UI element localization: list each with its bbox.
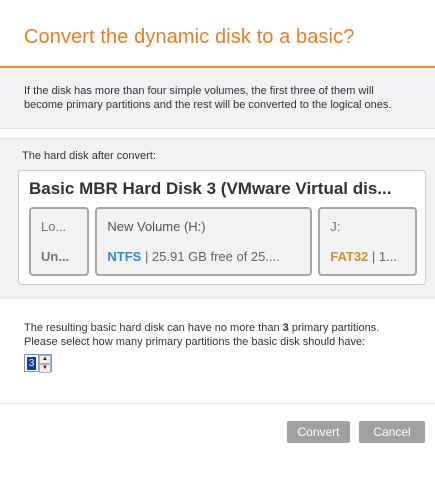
partition-block[interactable]: J: FAT32 | 1... [318, 207, 417, 276]
partition-name: New Volume (H:) [107, 219, 206, 234]
partition-size: | 1... [368, 249, 397, 264]
dialog-header: Convert the dynamic disk to a basic? [0, 0, 435, 68]
convert-button[interactable]: Convert [287, 421, 350, 443]
divider [0, 128, 435, 138]
question-text: The resulting basic hard disk can have n… [24, 321, 415, 349]
disk-card: Basic MBR Hard Disk 3 (VMware Virtual di… [18, 170, 426, 285]
primary-partitions-stepper[interactable]: 3 ▲ ▼ [24, 354, 52, 373]
stepper-buttons: ▲ ▼ [38, 355, 51, 373]
partition-name: Lo... [41, 219, 67, 234]
intro-text: If the disk has more than four simple vo… [0, 68, 435, 128]
stepper-up-icon[interactable]: ▲ [39, 355, 51, 364]
disk-panel: The hard disk after convert: Basic MBR H… [0, 138, 435, 298]
filesystem-label: NTFS [107, 249, 142, 264]
disk-panel-label: The hard disk after convert: [22, 150, 156, 162]
disk-title: Basic MBR Hard Disk 3 (VMware Virtual di… [29, 179, 392, 198]
partition-info: FAT32 | 1... [330, 249, 407, 264]
question-text-start: The resulting basic hard disk can have n… [24, 322, 283, 334]
partition-info: Un... [41, 249, 70, 264]
convert-dialog: Convert the dynamic disk to a basic? If … [0, 0, 435, 477]
partition-map: Lo... Un... New Volume (H:) NTFS | 25.91… [29, 207, 417, 276]
partition-info: NTFS | 25.91 GB free of 25.... [107, 249, 302, 264]
partition-question: The resulting basic hard disk can have n… [0, 299, 435, 403]
partition-size: | 25.91 GB free of 25.... [141, 249, 280, 264]
partition-name: J: [330, 219, 341, 234]
cancel-button[interactable]: Cancel [359, 421, 425, 443]
dialog-title: Convert the dynamic disk to a basic? [24, 26, 355, 48]
partition-block[interactable]: Lo... Un... [29, 207, 90, 276]
stepper-down-icon[interactable]: ▼ [39, 364, 51, 373]
partition-block[interactable]: New Volume (H:) NTFS | 25.91 GB free of … [95, 207, 313, 276]
filesystem-label: FAT32 [330, 249, 369, 264]
dialog-footer: Convert Cancel [0, 404, 435, 460]
stepper-value[interactable]: 3 [27, 356, 36, 370]
